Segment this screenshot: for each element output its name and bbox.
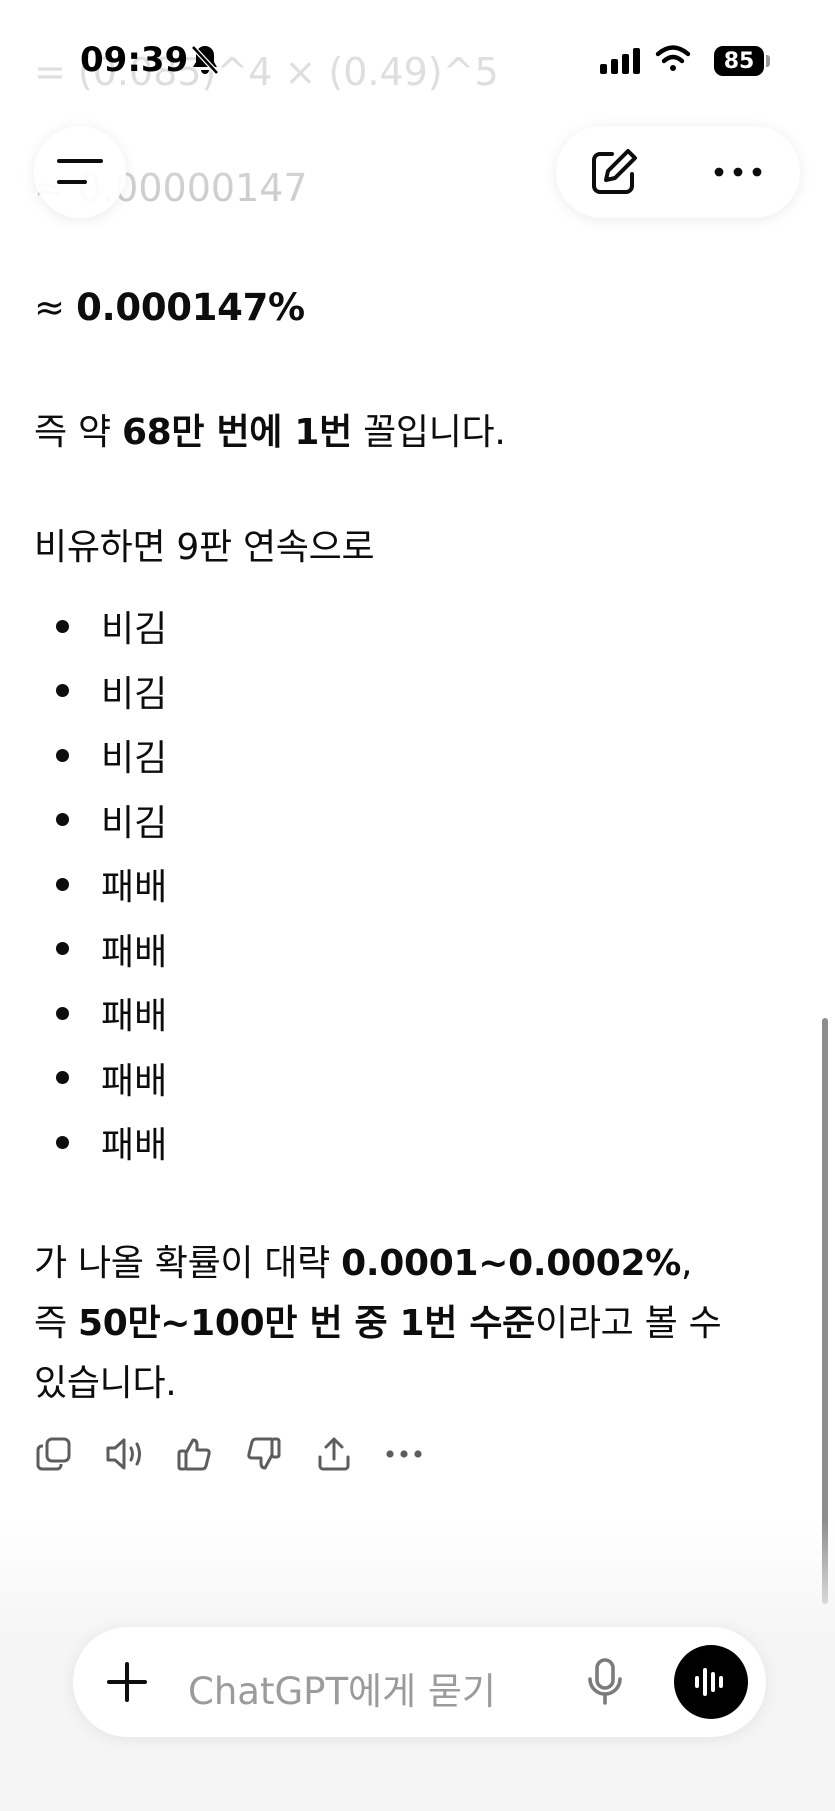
message-actions: [34, 1434, 424, 1474]
menu-icon: [57, 159, 103, 184]
bullet-dot: [56, 877, 69, 891]
conclusion-line-2: 즉 50만~100만 번 중 1번 수준이라고 볼 수: [34, 1294, 722, 1346]
summary-text-1: 즉 약: [34, 412, 122, 453]
thumbs-up-icon[interactable]: [174, 1434, 214, 1474]
status-time: 09:39: [80, 40, 189, 80]
list-item: 패배: [56, 1116, 167, 1168]
conclusion-bold-1: 0.0001~0.0002%: [341, 1243, 682, 1284]
sidebar-menu-button[interactable]: [34, 126, 126, 218]
copy-icon[interactable]: [34, 1434, 74, 1474]
result-value: 0.000147%: [76, 286, 305, 329]
composer: ChatGPT에게 묻기: [73, 1627, 766, 1737]
list-item-text: 패배: [101, 996, 168, 1037]
bell-muted-icon: [190, 44, 220, 80]
more-icon[interactable]: [384, 1434, 424, 1474]
scrollbar[interactable]: [822, 1018, 828, 1604]
bullet-dot: [56, 1135, 69, 1149]
conclusion-line-3: 있습니다.: [34, 1363, 177, 1404]
bullet-dot: [56, 684, 69, 697]
conclusion-bold-2: 50만~100만 번 중 1번 수준: [77, 1303, 535, 1344]
voice-mode-button[interactable]: [674, 1645, 748, 1719]
list-item: 패배: [56, 923, 167, 975]
ellipsis-icon: [714, 167, 762, 177]
new-chat-button[interactable]: [586, 144, 642, 200]
message-input[interactable]: ChatGPT에게 묻기: [188, 1661, 496, 1715]
summary-bold: 68만 번에 1번: [121, 412, 352, 453]
result-line: ≈ 0.000147%: [34, 286, 305, 329]
bullet-dot: [56, 942, 69, 955]
bullet-dot: [56, 1071, 69, 1084]
conclusion-text-3: 즉: [34, 1303, 78, 1344]
more-options-button[interactable]: [706, 144, 770, 200]
list-item-text: 비김: [101, 673, 168, 715]
list-item: 비김: [56, 600, 167, 652]
battery-icon: 85: [714, 46, 764, 76]
plus-icon[interactable]: [105, 1660, 149, 1704]
share-icon[interactable]: [314, 1434, 354, 1474]
list-item: 비김: [56, 665, 167, 717]
speaker-icon[interactable]: [104, 1434, 144, 1474]
conclusion-text-4: 이라고 볼 수: [535, 1303, 722, 1344]
list-item-text: 패배: [101, 931, 168, 973]
wifi-icon: [655, 44, 691, 78]
list-item-text: 패배: [101, 1060, 168, 1102]
waveform-icon: [695, 1668, 723, 1696]
list-item: 비김: [56, 729, 167, 781]
summary-line: 즉 약 68만 번에 1번 꼴입니다.: [34, 403, 506, 455]
list-item: 패배: [56, 987, 167, 1039]
analogy-intro: 비유하면 9판 연속으로: [34, 527, 375, 568]
cellular-signal-icon: [600, 48, 640, 74]
list-item-text: 비김: [101, 802, 168, 844]
bullet-dot: [56, 748, 69, 762]
microphone-icon[interactable]: [583, 1657, 627, 1707]
status-bar: 09:39 85: [0, 0, 835, 110]
conclusion-text-1: 가 나올 확률이 대략: [34, 1243, 342, 1284]
conclusion-line-1: 가 나올 확률이 대략 0.0001~0.0002%,: [34, 1234, 692, 1286]
list-item-text: 패배: [101, 1125, 168, 1166]
list-item: 패배: [56, 1052, 167, 1104]
list-item-text: 비김: [101, 738, 168, 779]
result-prefix: ≈: [34, 286, 77, 329]
thumbs-down-icon[interactable]: [244, 1434, 284, 1474]
bullet-dot: [56, 1006, 69, 1020]
list-item-text: 패배: [101, 867, 168, 908]
bullet-dot: [56, 619, 69, 633]
list-item: 비김: [56, 794, 167, 846]
battery-level: 85: [723, 48, 755, 74]
conclusion-text-2: ,: [681, 1243, 693, 1284]
summary-text-2: 꼴입니다.: [351, 412, 506, 453]
bullet-dot: [56, 813, 69, 826]
battery-cap: [766, 55, 770, 67]
compose-icon: [592, 149, 637, 194]
list-item-text: 비김: [101, 609, 168, 650]
header-actions: [556, 126, 800, 218]
list-item: 패배: [56, 858, 167, 910]
